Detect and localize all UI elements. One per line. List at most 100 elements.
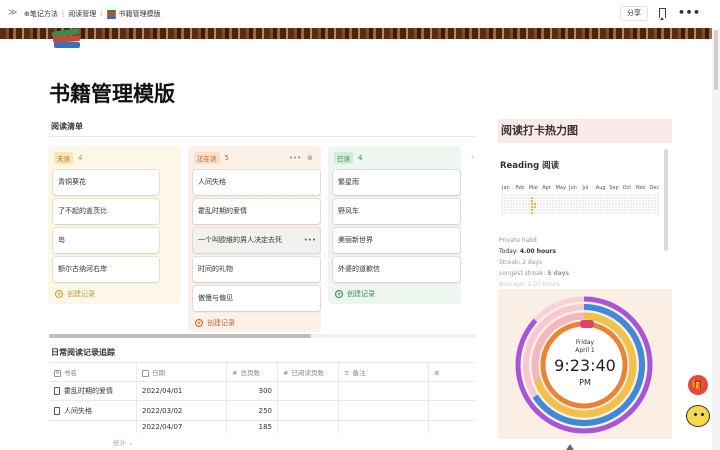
summary-dropdown[interactable]: 统计 ⌄ xyxy=(113,437,134,447)
cell-date[interactable]: 2022/03/02 xyxy=(137,401,227,421)
add-column-button[interactable]: ⊕ xyxy=(429,363,476,383)
heatmap-cell xyxy=(639,209,641,211)
plus-icon: + xyxy=(195,319,203,327)
heatmap-cell xyxy=(612,209,614,211)
column-header[interactable]: 未读 4 xyxy=(52,150,177,166)
column-header-notes[interactable]: ≡ 备注 xyxy=(339,363,429,383)
sidebar-toggle-icon[interactable]: ≫ xyxy=(8,8,17,18)
column-header[interactable]: 已读 4 xyxy=(332,150,457,166)
board-scrollbar[interactable] xyxy=(49,334,476,338)
board-card[interactable]: 时间的礼物 xyxy=(193,257,320,282)
gift-icon[interactable]: 🎁 xyxy=(688,375,708,395)
table-row[interactable]: 霍乱时期的爱情 2022/04/01 300 xyxy=(49,381,476,401)
scrollbar-thumb[interactable] xyxy=(714,30,718,90)
new-record-button[interactable]: + 创建记录 xyxy=(192,311,317,335)
board-card[interactable]: 美丽新世界 xyxy=(333,228,460,253)
heatmap-cell xyxy=(546,200,548,202)
heatmap-cell xyxy=(612,212,614,214)
heatmap-cell xyxy=(531,209,533,211)
cell-read-pages[interactable] xyxy=(278,401,339,421)
board-card[interactable]: 额尔古纳河右岸 xyxy=(53,257,159,282)
cell-name[interactable]: 人间失格 xyxy=(49,401,137,421)
heatmap-cell xyxy=(603,203,605,205)
widget-scrollbar[interactable] xyxy=(664,149,668,251)
cell-notes[interactable] xyxy=(339,401,429,421)
document-icon xyxy=(54,387,60,395)
heatmap-cell xyxy=(516,203,518,205)
heatmap-cell xyxy=(636,200,638,202)
bookmark-icon[interactable] xyxy=(659,8,666,20)
board-card[interactable]: 了不起的盖茨比 xyxy=(53,199,159,224)
heatmap-cell xyxy=(615,197,617,199)
heatmap-cell xyxy=(579,200,581,202)
cell-date[interactable]: 2022/04/07 xyxy=(137,421,227,433)
heatmap-cell xyxy=(513,206,515,208)
board-card[interactable]: 岛 xyxy=(53,228,159,253)
breadcrumb-item[interactable]: ⊕笔记方法 xyxy=(24,9,58,19)
board-card[interactable]: 野风车 xyxy=(333,199,460,224)
table-row[interactable]: 2022/04/07 185 xyxy=(49,421,476,433)
board-card[interactable]: 繁星雨 xyxy=(333,170,460,195)
new-record-button[interactable]: + 创建记录 xyxy=(52,282,177,306)
board-card[interactable]: 傲慢与偏见 xyxy=(193,286,320,311)
habit-stats: Private habit Today: 4.00 hours Streak: … xyxy=(499,235,569,288)
page-scrollbar[interactable] xyxy=(712,28,720,450)
column-header-read-pages[interactable]: # 已阅读页数 xyxy=(278,363,339,383)
cell-pages[interactable]: 185 xyxy=(227,421,278,433)
cell-name[interactable]: 霍乱时期的爱情 xyxy=(49,381,137,401)
cell-date[interactable]: 2022/04/01 xyxy=(137,381,227,401)
page-icon-books[interactable] xyxy=(50,22,82,52)
column-add-button[interactable]: ⊕ xyxy=(307,154,313,162)
cell-notes[interactable] xyxy=(339,421,429,433)
share-button[interactable]: 分享 xyxy=(620,6,648,21)
board-card[interactable]: 外婆的道歉信 xyxy=(333,257,460,282)
column-header-name[interactable]: A 书名 xyxy=(49,363,137,383)
cell-read-pages[interactable] xyxy=(278,381,339,401)
heatmap-cell xyxy=(657,200,659,202)
heatmap-cell xyxy=(633,200,635,202)
month-label: Mar xyxy=(528,185,539,191)
heatmap-cell xyxy=(609,200,611,202)
document-icon xyxy=(54,407,60,415)
heatmap-panel-title: 阅读打卡热力图 xyxy=(498,119,672,143)
status-tag: 未读 xyxy=(54,152,73,164)
heatmap-cell xyxy=(534,206,536,208)
heatmap-cell xyxy=(591,197,593,199)
cell-name[interactable] xyxy=(49,421,137,433)
new-record-label: 创建记录 xyxy=(347,290,375,298)
board-card[interactable]: 一个叫欧维的男人决定去死 ••• xyxy=(193,228,320,253)
more-options-button[interactable]: ••• xyxy=(678,6,701,19)
column-header-pages[interactable]: # 总页数 xyxy=(227,363,278,383)
scrollbar-thumb[interactable] xyxy=(49,334,311,338)
column-more-button[interactable]: ••• xyxy=(289,154,301,162)
heatmap-cell xyxy=(594,212,596,214)
breadcrumb-item[interactable]: 书籍管理模版 xyxy=(119,9,161,19)
board-card[interactable]: 青铜葵花 xyxy=(53,170,159,195)
heatmap-cell xyxy=(525,200,527,202)
help-assistant-icon[interactable] xyxy=(686,405,710,427)
stat-line: Today: 4.00 hours xyxy=(499,248,556,255)
cell-notes[interactable] xyxy=(339,381,429,401)
cell-pages[interactable]: 250 xyxy=(227,401,278,421)
heatmap-cell xyxy=(552,209,554,211)
board-card[interactable]: 霍乱时期的爱情 xyxy=(193,199,320,224)
card-more-button[interactable]: ••• xyxy=(304,228,316,253)
heatmap-cell xyxy=(654,200,656,202)
heatmap-cell xyxy=(600,206,602,208)
chevron-left-icon[interactable]: ‹ xyxy=(471,152,474,161)
table-row[interactable]: 人间失格 2022/03/02 250 xyxy=(49,401,476,421)
heatmap-cell xyxy=(564,209,566,211)
board-card[interactable]: 人间失格 xyxy=(193,170,320,195)
heatmap-cell xyxy=(597,206,599,208)
heatmap-cell xyxy=(582,194,584,196)
cover-image[interactable] xyxy=(0,28,712,39)
cell-read-pages[interactable] xyxy=(278,421,339,433)
heatmap-cell xyxy=(585,206,587,208)
breadcrumb-item[interactable]: 阅读管理 xyxy=(68,9,96,19)
column-header[interactable]: 正在读 5 ••• ⊕ xyxy=(192,150,317,166)
new-record-button[interactable]: + 创建记录 xyxy=(332,282,457,306)
heatmap-cell xyxy=(624,197,626,199)
books-icon xyxy=(106,9,116,19)
column-header-date[interactable]: 日期 xyxy=(137,363,227,383)
cell-pages[interactable]: 300 xyxy=(227,381,278,401)
